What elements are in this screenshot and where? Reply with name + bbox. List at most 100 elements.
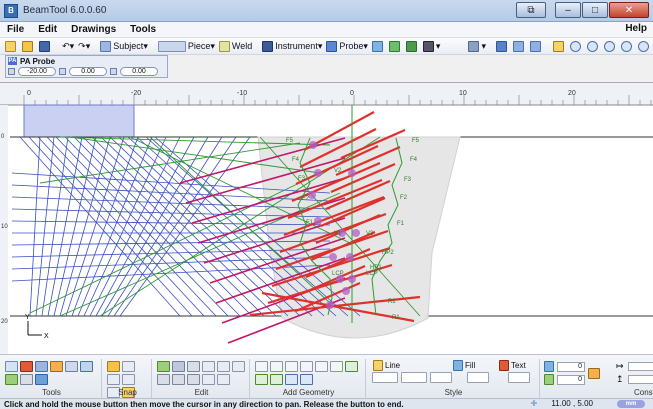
image-tool-icon[interactable] — [300, 374, 313, 385]
width-field[interactable]: 0 — [557, 374, 585, 385]
instrument-icon — [262, 40, 274, 52]
copy-icon[interactable] — [217, 361, 230, 372]
line-style-button[interactable]: Line — [370, 359, 403, 372]
undo-dropdown[interactable]: ▾ — [70, 41, 75, 52]
fill-button[interactable]: Fill — [450, 359, 478, 372]
close-button[interactable]: ✕ — [609, 2, 649, 18]
instrument-dropdown[interactable]: ▾ — [318, 41, 323, 52]
menu-edit[interactable]: Edit — [31, 24, 64, 35]
coords-value: 11.00 , 5.00 — [551, 399, 593, 408]
menu-help[interactable]: Help — [625, 23, 647, 34]
restore-window-icon[interactable]: ⧉ — [516, 2, 546, 18]
window-tool-icon[interactable] — [65, 361, 78, 372]
join-icon[interactable] — [187, 361, 200, 372]
undo-button[interactable]: ↶ ▾ — [60, 39, 76, 54]
view-single-button[interactable] — [494, 39, 511, 54]
line-width-dropdown[interactable] — [372, 372, 398, 383]
view-split-button[interactable] — [511, 39, 528, 54]
display-button[interactable]: ▾ — [421, 39, 443, 54]
polyline2-tool-icon[interactable] — [315, 361, 328, 372]
instrument-button[interactable]: Instrument ▾ — [260, 39, 324, 54]
print-button[interactable]: ▾ — [466, 39, 488, 54]
grid-tool-icon[interactable] — [20, 374, 33, 385]
zoom-in-button[interactable] — [585, 39, 602, 54]
line-color-dropdown[interactable] — [430, 372, 452, 383]
pencil-color-icon[interactable] — [588, 368, 600, 379]
line2-tool-icon[interactable] — [300, 361, 313, 372]
pan-button[interactable] — [551, 39, 568, 54]
piece-button[interactable]: Piece ▾ — [156, 39, 217, 54]
snap-angle-icon[interactable] — [107, 374, 120, 385]
new-file-button[interactable] — [3, 39, 20, 54]
text-color-dropdown[interactable] — [508, 372, 530, 383]
drawing-canvas[interactable]: 0 -20 -10 0 10 20 0 10 20 F5 F4 F3 F2 F1… — [0, 83, 653, 355]
zoom-out-button[interactable] — [602, 39, 619, 54]
rotate-icon[interactable] — [172, 374, 185, 385]
polyline-tool-icon[interactable] — [270, 361, 283, 372]
eraser-icon[interactable] — [157, 361, 170, 372]
paste-icon[interactable] — [232, 361, 245, 372]
chart-tool-icon[interactable] — [35, 374, 48, 385]
view-tile-button[interactable] — [528, 39, 545, 54]
cut-icon[interactable] — [202, 361, 215, 372]
print-dropdown[interactable]: ▾ — [481, 41, 486, 52]
brush-icon[interactable] — [172, 361, 185, 372]
arc2-tool-icon[interactable] — [330, 361, 343, 372]
select-arrow-icon[interactable] — [5, 361, 18, 372]
shape-tool-icon[interactable] — [255, 374, 268, 385]
menu-drawings[interactable]: Drawings — [64, 24, 123, 35]
fill-color-dropdown[interactable] — [467, 372, 489, 383]
align-icon[interactable] — [217, 374, 230, 385]
snap-perp-icon[interactable] — [122, 374, 135, 385]
arc-tool-icon[interactable] — [285, 361, 298, 372]
piece-dropdown[interactable]: ▾ — [210, 41, 215, 52]
weld-button[interactable]: Weld — [217, 39, 254, 54]
subject-dropdown[interactable]: ▾ — [143, 41, 148, 52]
zoom-previous-button[interactable] — [636, 39, 653, 54]
line-dash-dropdown[interactable] — [401, 372, 427, 383]
probe-dropdown[interactable]: ▾ — [363, 41, 368, 52]
drawing-area[interactable]: 0 -20 -10 0 10 20 0 10 20 F5 F4 F3 F2 F1… — [0, 82, 653, 355]
height-field[interactable]: 0 — [557, 361, 585, 372]
subject-button[interactable]: Subject ▾ — [98, 39, 150, 54]
offset-tool-icon[interactable] — [5, 374, 18, 385]
snap-pencil-icon[interactable] — [107, 361, 120, 372]
layer-icon[interactable] — [35, 361, 48, 372]
circle2-tool-icon[interactable] — [285, 374, 298, 385]
table-button[interactable] — [404, 39, 421, 54]
probe-skew-field[interactable]: 0.00 — [120, 67, 158, 76]
display-dropdown[interactable]: ▾ — [436, 41, 441, 52]
line-tool-icon[interactable] — [255, 361, 268, 372]
magnet-icon[interactable] — [20, 361, 33, 372]
construct-height-icon[interactable]: ↥ — [616, 374, 624, 385]
rect-tool-icon[interactable] — [270, 374, 283, 385]
snap-line-icon[interactable] — [122, 361, 135, 372]
unit-badge[interactable]: mm — [617, 400, 645, 408]
open-button[interactable] — [20, 39, 37, 54]
redo-button[interactable]: ↷ ▾ — [76, 39, 92, 54]
probe-button[interactable]: Probe ▾ — [324, 39, 370, 54]
array-icon[interactable] — [202, 374, 215, 385]
save-button[interactable] — [37, 39, 54, 54]
ruler-tool-icon[interactable] — [50, 361, 63, 372]
menu-file[interactable]: File — [0, 24, 31, 35]
mirror-icon[interactable] — [157, 374, 170, 385]
probe-angle-field[interactable]: 0.00 — [69, 67, 107, 76]
circle-tool-icon[interactable] — [345, 361, 358, 372]
construct-field-1[interactable] — [628, 362, 653, 371]
redo-dropdown[interactable]: ▾ — [86, 41, 91, 52]
comment-button[interactable] — [370, 39, 387, 54]
construct-field-2[interactable] — [628, 375, 653, 384]
minimize-button[interactable]: – — [555, 2, 581, 18]
maximize-button[interactable]: □ — [582, 2, 608, 18]
zoom-fit-button[interactable] — [568, 39, 585, 54]
move-icon[interactable] — [187, 374, 200, 385]
zoom-window-button[interactable] — [619, 39, 636, 54]
report-button[interactable] — [387, 39, 404, 54]
probe-x-field[interactable]: -20.00 — [18, 67, 56, 76]
angle-tool-icon[interactable] — [80, 361, 93, 372]
construct-arrow-icon[interactable]: ↦ — [616, 361, 624, 372]
menu-tools[interactable]: Tools — [123, 24, 163, 35]
probe-wedge[interactable] — [23, 104, 135, 138]
text-button[interactable]: Text — [496, 359, 529, 372]
